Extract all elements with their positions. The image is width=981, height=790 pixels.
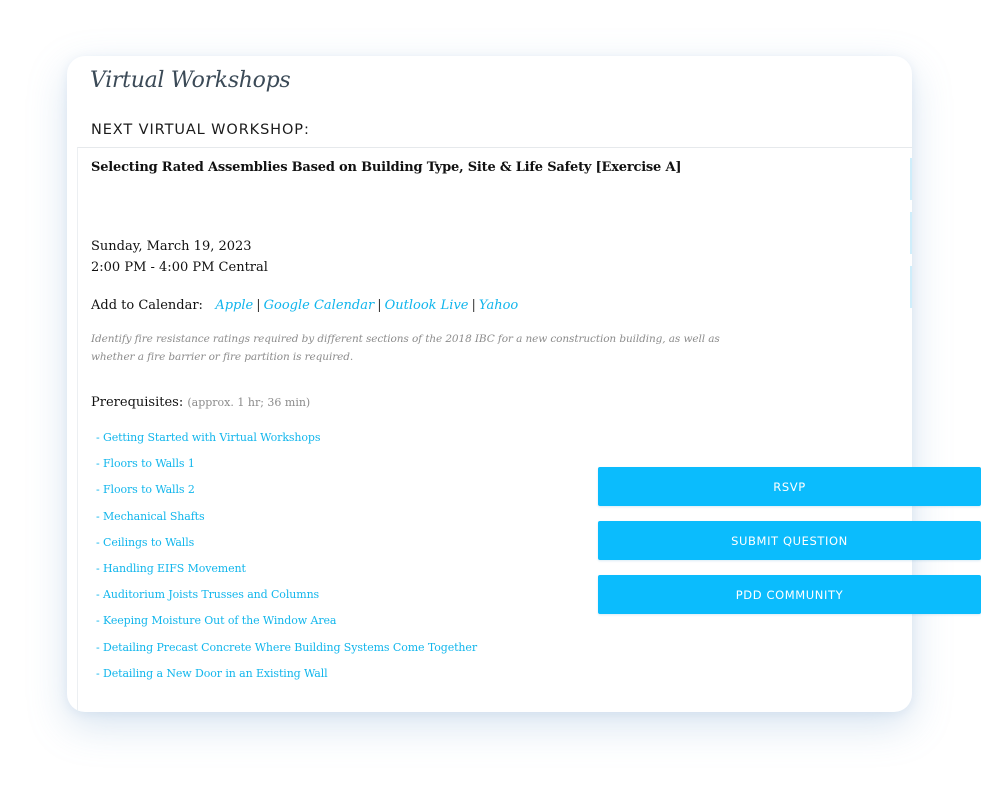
separator: | [377,298,382,313]
prerequisite-link[interactable]: - Getting Started with Virtual Workshops [96,431,321,444]
prerequisite-link[interactable]: - Floors to Walls 1 [96,457,195,470]
list-item: - Floors to Walls 2 [96,483,477,509]
add-to-calendar: Add to Calendar: Apple | Google Calendar | O… [91,298,518,313]
calendar-label: Add to Calendar: [91,298,203,313]
calendar-link-outlook[interactable]: Outlook Live [385,298,469,313]
workshop-date: Sunday, March 19, 2023 [91,239,252,254]
prerequisites-duration: (approx. 1 hr; 36 min) [187,396,311,409]
prerequisite-link[interactable]: - Detailing a New Door in an Existing Wa… [96,667,328,680]
calendar-link-google[interactable]: Google Calendar [264,298,375,313]
list-item: - Ceilings to Walls [96,536,477,562]
separator: | [471,298,476,313]
card-title: Virtual Workshops [90,68,291,93]
scroll-indicator-segment [910,266,912,308]
separator: | [256,298,261,313]
calendar-link-yahoo[interactable]: Yahoo [479,298,518,313]
calendar-link-apple[interactable]: Apple [215,298,253,313]
scroll-indicator-segment [910,212,912,254]
prerequisite-link[interactable]: - Ceilings to Walls [96,536,194,549]
list-item: - Detailing Precast Concrete Where Build… [96,641,477,667]
submit-question-button[interactable]: SUBMIT QUESTION [598,521,981,560]
list-item: - Auditorium Joists Trusses and Columns [96,588,477,614]
prerequisites-heading: Prerequisites: (approx. 1 hr; 36 min) [91,395,310,410]
prerequisites-list: - Getting Started with Virtual Workshops… [96,431,477,693]
section-label: NEXT VIRTUAL WORKSHOP: [91,122,310,138]
prerequisite-link[interactable]: - Keeping Moisture Out of the Window Are… [96,614,336,627]
action-buttons: RSVP SUBMIT QUESTION PDD COMMUNITY [598,467,981,629]
prerequisite-link[interactable]: - Detailing Precast Concrete Where Build… [96,641,477,654]
workshop-title: Selecting Rated Assemblies Based on Buil… [91,160,682,175]
scroll-indicator-segment [910,158,912,200]
scroll-indicator [910,158,912,320]
prerequisite-link[interactable]: - Auditorium Joists Trusses and Columns [96,588,319,601]
list-item: - Handling EIFS Movement [96,562,477,588]
prerequisite-link[interactable]: - Handling EIFS Movement [96,562,246,575]
prerequisite-link[interactable]: - Floors to Walls 2 [96,483,195,496]
community-button[interactable]: PDD COMMUNITY [598,575,981,614]
workshop-description: Identify fire resistance ratings require… [91,333,720,363]
list-item: - Keeping Moisture Out of the Window Are… [96,614,477,640]
workshop-datetime: Sunday, March 19, 2023 2:00 PM - 4:00 PM… [91,236,268,278]
list-item: - Mechanical Shafts [96,510,477,536]
list-item: - Floors to Walls 1 [96,457,477,483]
list-item: - Getting Started with Virtual Workshops [96,431,477,457]
list-item: - Detailing a New Door in an Existing Wa… [96,667,477,693]
prerequisite-link[interactable]: - Mechanical Shafts [96,510,205,523]
prerequisites-label: Prerequisites: [91,395,184,410]
workshop-time: 2:00 PM - 4:00 PM Central [91,260,268,275]
rsvp-button[interactable]: RSVP [598,467,981,506]
